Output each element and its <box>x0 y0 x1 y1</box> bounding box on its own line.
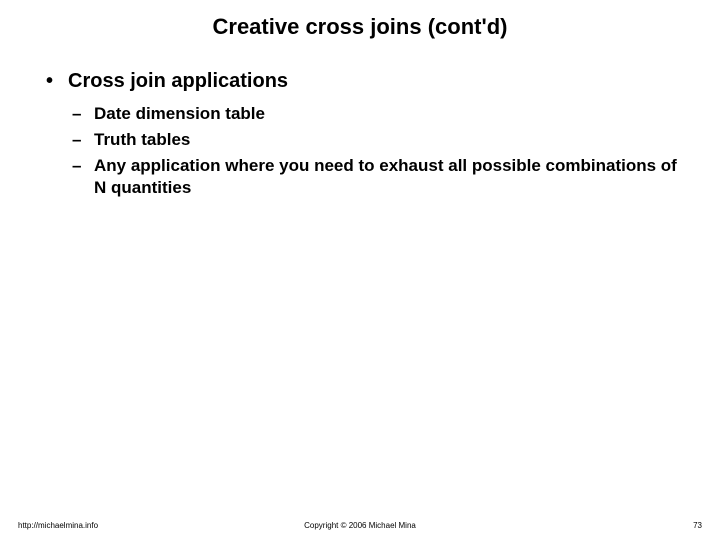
slide: Creative cross joins (cont'd) Cross join… <box>0 0 720 540</box>
bullet-main: Cross join applications Date dimension t… <box>40 70 680 199</box>
slide-content: Cross join applications Date dimension t… <box>0 40 720 199</box>
bullet-list-level2: Date dimension table Truth tables Any ap… <box>68 103 680 199</box>
footer-copyright: Copyright © 2006 Michael Mina <box>0 521 720 530</box>
bullet-list-level1: Cross join applications Date dimension t… <box>40 70 680 199</box>
bullet-main-text: Cross join applications <box>68 70 288 92</box>
sub-bullet: Truth tables <box>68 129 680 151</box>
page-number: 73 <box>693 521 702 530</box>
sub-bullet: Any application where you need to exhaus… <box>68 155 680 199</box>
slide-title: Creative cross joins (cont'd) <box>0 0 720 40</box>
sub-bullet: Date dimension table <box>68 103 680 125</box>
